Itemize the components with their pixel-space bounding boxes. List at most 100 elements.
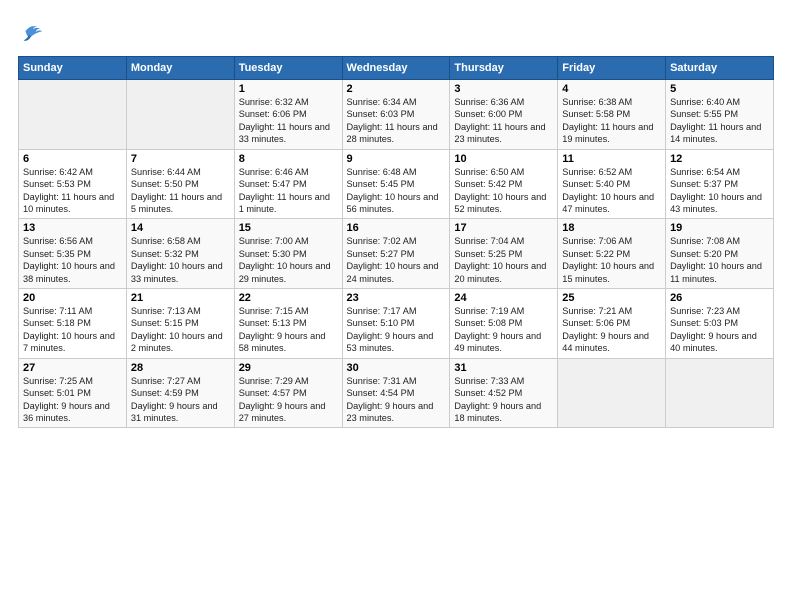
calendar-cell	[19, 80, 127, 150]
calendar-cell	[558, 358, 666, 428]
day-number: 30	[347, 362, 446, 374]
day-number: 11	[562, 153, 661, 165]
day-info: Sunrise: 7:19 AM Sunset: 5:08 PM Dayligh…	[454, 305, 553, 355]
day-number: 26	[670, 292, 769, 304]
day-number: 16	[347, 222, 446, 234]
calendar-day-header: Tuesday	[234, 57, 342, 80]
day-number: 25	[562, 292, 661, 304]
calendar-cell: 6Sunrise: 6:42 AM Sunset: 5:53 PM Daylig…	[19, 149, 127, 219]
calendar-cell: 10Sunrise: 6:50 AM Sunset: 5:42 PM Dayli…	[450, 149, 558, 219]
day-info: Sunrise: 7:00 AM Sunset: 5:30 PM Dayligh…	[239, 235, 338, 285]
logo	[18, 18, 50, 46]
logo-bird-icon	[18, 18, 46, 46]
day-info: Sunrise: 7:06 AM Sunset: 5:22 PM Dayligh…	[562, 235, 661, 285]
day-info: Sunrise: 6:54 AM Sunset: 5:37 PM Dayligh…	[670, 166, 769, 216]
day-number: 14	[131, 222, 230, 234]
day-number: 27	[23, 362, 122, 374]
calendar-cell: 31Sunrise: 7:33 AM Sunset: 4:52 PM Dayli…	[450, 358, 558, 428]
calendar-day-header: Monday	[126, 57, 234, 80]
calendar-cell: 23Sunrise: 7:17 AM Sunset: 5:10 PM Dayli…	[342, 289, 450, 359]
calendar-day-header: Wednesday	[342, 57, 450, 80]
calendar-cell: 27Sunrise: 7:25 AM Sunset: 5:01 PM Dayli…	[19, 358, 127, 428]
day-number: 9	[347, 153, 446, 165]
calendar-cell: 22Sunrise: 7:15 AM Sunset: 5:13 PM Dayli…	[234, 289, 342, 359]
calendar-cell: 4Sunrise: 6:38 AM Sunset: 5:58 PM Daylig…	[558, 80, 666, 150]
calendar-cell: 8Sunrise: 6:46 AM Sunset: 5:47 PM Daylig…	[234, 149, 342, 219]
calendar-day-header: Friday	[558, 57, 666, 80]
day-info: Sunrise: 6:48 AM Sunset: 5:45 PM Dayligh…	[347, 166, 446, 216]
calendar-cell: 1Sunrise: 6:32 AM Sunset: 6:06 PM Daylig…	[234, 80, 342, 150]
calendar-cell: 26Sunrise: 7:23 AM Sunset: 5:03 PM Dayli…	[666, 289, 774, 359]
calendar-cell: 9Sunrise: 6:48 AM Sunset: 5:45 PM Daylig…	[342, 149, 450, 219]
day-number: 6	[23, 153, 122, 165]
day-info: Sunrise: 7:29 AM Sunset: 4:57 PM Dayligh…	[239, 375, 338, 425]
day-info: Sunrise: 6:46 AM Sunset: 5:47 PM Dayligh…	[239, 166, 338, 216]
day-number: 19	[670, 222, 769, 234]
day-number: 3	[454, 83, 553, 95]
day-info: Sunrise: 6:42 AM Sunset: 5:53 PM Dayligh…	[23, 166, 122, 216]
day-info: Sunrise: 6:32 AM Sunset: 6:06 PM Dayligh…	[239, 96, 338, 146]
day-info: Sunrise: 7:21 AM Sunset: 5:06 PM Dayligh…	[562, 305, 661, 355]
day-info: Sunrise: 7:23 AM Sunset: 5:03 PM Dayligh…	[670, 305, 769, 355]
calendar-cell: 30Sunrise: 7:31 AM Sunset: 4:54 PM Dayli…	[342, 358, 450, 428]
day-number: 22	[239, 292, 338, 304]
day-number: 4	[562, 83, 661, 95]
calendar-cell: 14Sunrise: 6:58 AM Sunset: 5:32 PM Dayli…	[126, 219, 234, 289]
day-number: 18	[562, 222, 661, 234]
calendar-week-row: 13Sunrise: 6:56 AM Sunset: 5:35 PM Dayli…	[19, 219, 774, 289]
day-number: 15	[239, 222, 338, 234]
calendar-cell: 2Sunrise: 6:34 AM Sunset: 6:03 PM Daylig…	[342, 80, 450, 150]
day-info: Sunrise: 7:15 AM Sunset: 5:13 PM Dayligh…	[239, 305, 338, 355]
calendar-header-row: SundayMondayTuesdayWednesdayThursdayFrid…	[19, 57, 774, 80]
calendar-table: SundayMondayTuesdayWednesdayThursdayFrid…	[18, 56, 774, 428]
calendar-cell: 29Sunrise: 7:29 AM Sunset: 4:57 PM Dayli…	[234, 358, 342, 428]
calendar-cell: 21Sunrise: 7:13 AM Sunset: 5:15 PM Dayli…	[126, 289, 234, 359]
day-info: Sunrise: 7:33 AM Sunset: 4:52 PM Dayligh…	[454, 375, 553, 425]
day-info: Sunrise: 6:58 AM Sunset: 5:32 PM Dayligh…	[131, 235, 230, 285]
calendar-week-row: 20Sunrise: 7:11 AM Sunset: 5:18 PM Dayli…	[19, 289, 774, 359]
day-info: Sunrise: 7:13 AM Sunset: 5:15 PM Dayligh…	[131, 305, 230, 355]
day-number: 13	[23, 222, 122, 234]
calendar-cell: 7Sunrise: 6:44 AM Sunset: 5:50 PM Daylig…	[126, 149, 234, 219]
calendar-cell: 18Sunrise: 7:06 AM Sunset: 5:22 PM Dayli…	[558, 219, 666, 289]
calendar-cell: 28Sunrise: 7:27 AM Sunset: 4:59 PM Dayli…	[126, 358, 234, 428]
day-number: 23	[347, 292, 446, 304]
day-info: Sunrise: 6:36 AM Sunset: 6:00 PM Dayligh…	[454, 96, 553, 146]
day-number: 1	[239, 83, 338, 95]
calendar-cell: 13Sunrise: 6:56 AM Sunset: 5:35 PM Dayli…	[19, 219, 127, 289]
day-number: 17	[454, 222, 553, 234]
day-info: Sunrise: 7:17 AM Sunset: 5:10 PM Dayligh…	[347, 305, 446, 355]
day-info: Sunrise: 7:11 AM Sunset: 5:18 PM Dayligh…	[23, 305, 122, 355]
calendar-cell: 3Sunrise: 6:36 AM Sunset: 6:00 PM Daylig…	[450, 80, 558, 150]
calendar-cell: 16Sunrise: 7:02 AM Sunset: 5:27 PM Dayli…	[342, 219, 450, 289]
calendar-cell: 19Sunrise: 7:08 AM Sunset: 5:20 PM Dayli…	[666, 219, 774, 289]
calendar-day-header: Sunday	[19, 57, 127, 80]
day-number: 29	[239, 362, 338, 374]
calendar-cell	[666, 358, 774, 428]
header	[18, 18, 774, 46]
day-info: Sunrise: 7:02 AM Sunset: 5:27 PM Dayligh…	[347, 235, 446, 285]
calendar-week-row: 1Sunrise: 6:32 AM Sunset: 6:06 PM Daylig…	[19, 80, 774, 150]
day-info: Sunrise: 7:25 AM Sunset: 5:01 PM Dayligh…	[23, 375, 122, 425]
day-info: Sunrise: 6:40 AM Sunset: 5:55 PM Dayligh…	[670, 96, 769, 146]
calendar-cell: 24Sunrise: 7:19 AM Sunset: 5:08 PM Dayli…	[450, 289, 558, 359]
day-number: 21	[131, 292, 230, 304]
day-info: Sunrise: 6:50 AM Sunset: 5:42 PM Dayligh…	[454, 166, 553, 216]
day-number: 24	[454, 292, 553, 304]
day-number: 31	[454, 362, 553, 374]
day-info: Sunrise: 7:04 AM Sunset: 5:25 PM Dayligh…	[454, 235, 553, 285]
day-info: Sunrise: 7:27 AM Sunset: 4:59 PM Dayligh…	[131, 375, 230, 425]
day-number: 8	[239, 153, 338, 165]
day-number: 20	[23, 292, 122, 304]
calendar-cell: 11Sunrise: 6:52 AM Sunset: 5:40 PM Dayli…	[558, 149, 666, 219]
day-number: 2	[347, 83, 446, 95]
calendar-cell: 12Sunrise: 6:54 AM Sunset: 5:37 PM Dayli…	[666, 149, 774, 219]
day-info: Sunrise: 7:31 AM Sunset: 4:54 PM Dayligh…	[347, 375, 446, 425]
calendar-cell: 25Sunrise: 7:21 AM Sunset: 5:06 PM Dayli…	[558, 289, 666, 359]
day-number: 28	[131, 362, 230, 374]
day-info: Sunrise: 6:56 AM Sunset: 5:35 PM Dayligh…	[23, 235, 122, 285]
day-info: Sunrise: 7:08 AM Sunset: 5:20 PM Dayligh…	[670, 235, 769, 285]
calendar-cell	[126, 80, 234, 150]
day-info: Sunrise: 6:38 AM Sunset: 5:58 PM Dayligh…	[562, 96, 661, 146]
calendar-week-row: 27Sunrise: 7:25 AM Sunset: 5:01 PM Dayli…	[19, 358, 774, 428]
